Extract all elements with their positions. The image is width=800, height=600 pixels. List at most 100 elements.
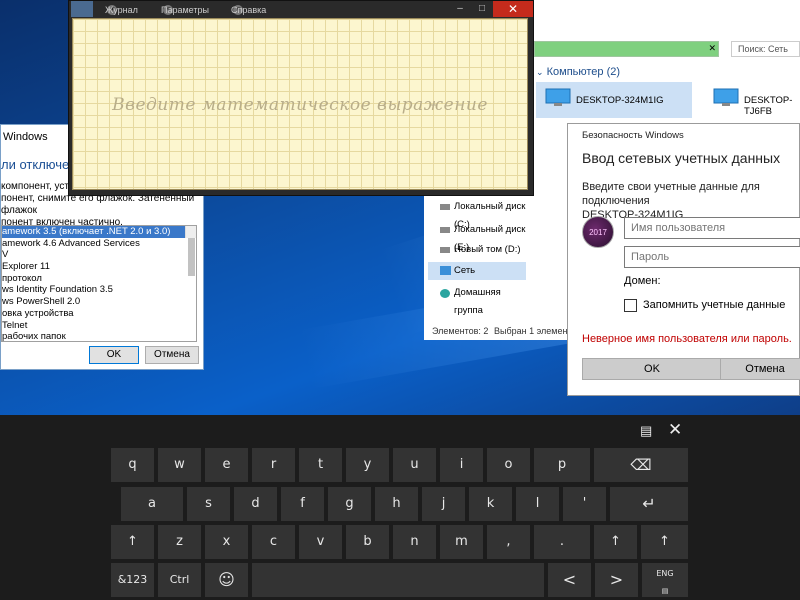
key-f[interactable]: f [281,487,324,521]
shift-key-extra[interactable]: ↑ [641,525,688,559]
close-icon[interactable]: ✕ [708,43,716,54]
computer-icon [545,88,571,106]
key-k[interactable]: k [469,487,512,521]
credentials-dialog: Безопасность Windows Ввод сетевых учетны… [567,123,800,396]
key-x[interactable]: x [205,525,248,559]
chevron-down-icon: ⌄ [536,67,544,77]
features-list[interactable]: amework 3.5 (включает .NET 2.0 и 3.0) am… [1,225,197,342]
key-d[interactable]: d [234,487,277,521]
address-bar[interactable]: ✕ [534,41,719,57]
ok-button[interactable]: OK [582,358,722,380]
dialog-instruction: Введите свои учетные данные для подключе… [582,181,760,221]
key-s[interactable]: s [187,487,230,521]
key-z[interactable]: z [158,525,201,559]
ctrl-key[interactable]: Ctrl [158,563,201,597]
key-c[interactable]: c [252,525,295,559]
key-comma[interactable]: , [487,525,530,559]
minimize-button[interactable]: – [449,1,471,17]
key-a[interactable]: a [121,487,183,521]
search-input[interactable]: Поиск: Сеть [731,41,800,57]
list-item[interactable]: Explorer 11 [2,261,196,273]
key-b[interactable]: b [346,525,389,559]
nav-item-network[interactable]: Сеть [428,262,526,280]
keyboard-icon: ▤ [661,587,669,595]
close-button[interactable]: ✕ [493,1,533,17]
cancel-button[interactable]: Отмена [720,358,800,380]
key-w[interactable]: w [158,448,201,482]
dialog-title: Безопасность Windows [582,130,684,141]
key-j[interactable]: j [422,487,465,521]
key-q[interactable]: q [111,448,154,482]
list-item[interactable]: рабочих папок [2,331,196,341]
numbers-symbols-key[interactable]: &123 [111,563,154,597]
cancel-button[interactable]: Отмена [145,346,199,364]
keyboard-layout-icon[interactable]: ▤ [640,423,652,441]
key-v[interactable]: v [299,525,342,559]
list-item[interactable]: amework 4.6 Advanced Services [2,238,196,250]
key-r[interactable]: r [252,448,295,482]
list-item[interactable]: протокол [2,273,196,285]
key-l[interactable]: l [516,487,559,521]
menu-parameters[interactable]: Параметры ▾ [161,3,209,15]
remember-label[interactable]: Запомнить учетные данные [643,299,785,311]
drive-icon [440,227,450,233]
close-icon[interactable]: ✕ [668,420,682,439]
writing-placeholder: Введите математическое выражение [112,95,488,115]
emoji-key[interactable]: ☺ [205,563,248,597]
enter-key[interactable]: ↵ [610,487,688,521]
list-item[interactable]: ws PowerShell 2.0 [2,296,196,308]
menu-help[interactable]: Справка ▾ [231,3,266,15]
key-i[interactable]: i [440,448,483,482]
spacebar[interactable] [252,563,544,597]
key-p[interactable]: p [534,448,590,482]
key-y[interactable]: y [346,448,389,482]
language-key[interactable]: ENG ▤ [642,563,688,597]
list-item[interactable]: овка устройства [2,308,196,320]
key-t[interactable]: t [299,448,342,482]
scrollbar-thumb[interactable] [188,238,195,276]
remember-checkbox[interactable] [624,299,637,312]
key-m[interactable]: m [440,525,483,559]
shift-key-left[interactable]: ↑ [111,525,154,559]
network-icon [440,266,451,275]
nav-item-drive-e[interactable]: Локальный диск (E:) [428,221,526,253]
key-h[interactable]: h [375,487,418,521]
key-g[interactable]: g [328,487,371,521]
backspace-key[interactable]: ⌫ [594,448,688,482]
key-period[interactable]: . [534,525,590,559]
list-item[interactable]: ws Identity Foundation 3.5 [2,284,196,296]
key-apostrophe[interactable]: ' [563,487,606,521]
right-arrow-key[interactable]: > [595,563,638,597]
computer-item[interactable]: DESKTOP-TJ6FB [704,82,800,118]
touch-keyboard: ▤ ✕ q w e r t y u i o p ⌫ a s d f g h j … [0,415,800,600]
app-icon [71,1,93,17]
username-field[interactable] [624,217,800,239]
shift-key-right[interactable]: ↑ [594,525,637,559]
list-item[interactable]: Telnet [2,320,196,332]
language-label: ENG [656,569,674,578]
list-item[interactable]: V [2,249,196,261]
computer-item[interactable]: DESKTOP-324M1IG [536,82,692,118]
key-e[interactable]: e [205,448,248,482]
domain-label: Домен: [624,275,661,287]
key-n[interactable]: n [393,525,436,559]
ok-button[interactable]: OK [89,346,139,364]
list-item[interactable]: amework 3.5 (включает .NET 2.0 и 3.0) [2,226,196,238]
nav-item-drive-c[interactable]: Локальный диск (C:) [428,198,526,230]
password-field[interactable] [624,246,800,268]
group-header[interactable]: ⌄ Компьютер (2) [536,66,620,78]
maximize-button[interactable]: □ [471,1,493,17]
menu-history[interactable]: Журнал ▾ [105,3,138,15]
nav-item-homegroup[interactable]: Домашняя группа [428,284,526,316]
key-u[interactable]: u [393,448,436,482]
drive-icon [440,247,450,253]
computer-icon [713,88,739,106]
nav-item-drive-d[interactable]: Новый том (D:) [428,241,526,259]
drive-icon [440,204,450,210]
explorer-toolbar: ✕ Поиск: Сеть [534,41,800,59]
writing-area[interactable]: Введите математическое выражение [72,18,528,190]
avatar: 2017 [582,216,614,248]
left-arrow-key[interactable]: < [548,563,591,597]
key-o[interactable]: o [487,448,530,482]
scrollbar[interactable] [185,226,196,276]
